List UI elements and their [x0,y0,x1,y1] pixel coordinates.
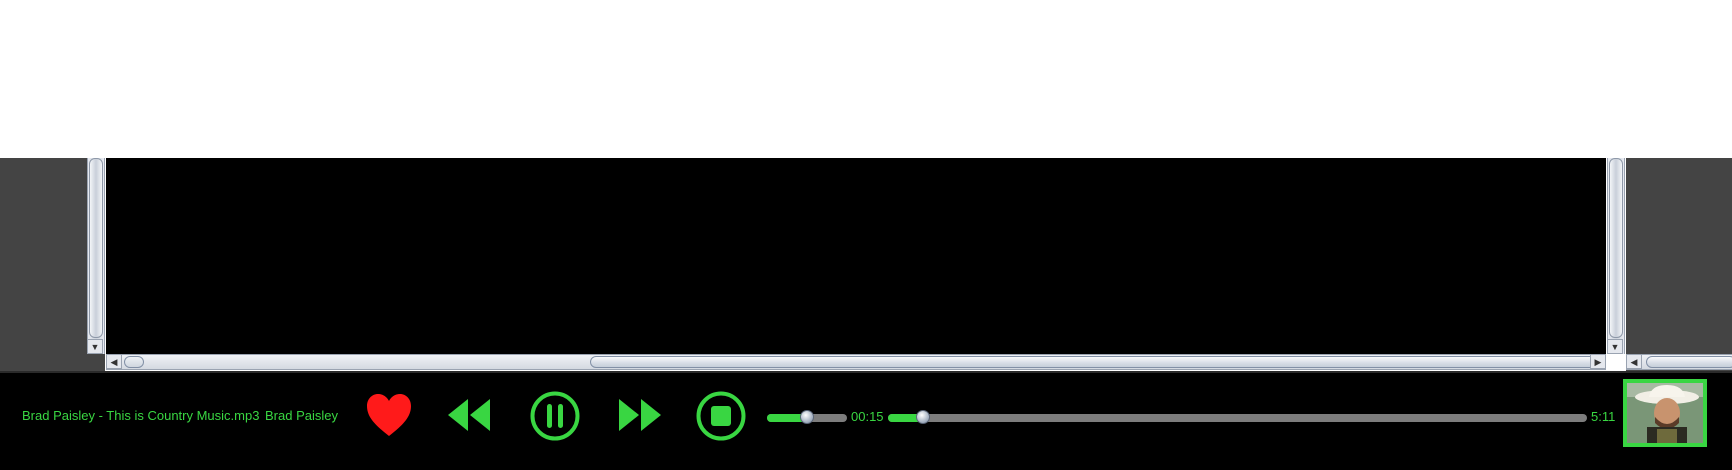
progress-slider[interactable] [888,410,1587,424]
scroll-down-arrow-left[interactable]: ▼ [87,339,103,354]
main-horizontal-scrollbar[interactable]: ◀ ▶ [106,354,1606,370]
left-vertical-scroll-thumb[interactable] [89,158,103,338]
volume-knob[interactable] [800,410,814,424]
progress-knob[interactable] [915,410,930,424]
right-side-panel [1626,158,1732,371]
main-horizontal-scroll-thumb-left-cap [124,356,144,368]
right-horizontal-scrollbar[interactable]: ◀ [1626,354,1732,370]
right-horizontal-scroll-thumb[interactable] [1646,356,1732,368]
track-duration: 5:11 [1591,409,1616,424]
scroll-left-arrow-main[interactable]: ◀ [106,354,122,369]
rewind-icon[interactable] [446,397,492,433]
pause-icon[interactable] [529,390,581,442]
main-horizontal-scroll-thumb[interactable] [590,356,1596,368]
player-bar: Brad Paisley - This is Country Music.mp3… [0,371,1732,470]
stop-icon[interactable] [695,390,747,442]
video-display-area [106,158,1606,354]
scroll-left-arrow-right[interactable]: ◀ [1626,354,1642,369]
track-filename: Brad Paisley - This is Country Music.mp3 [22,408,260,423]
volume-slider[interactable] [767,410,847,424]
left-vertical-scrollbar[interactable]: ▼ [87,158,105,354]
artist-name: Brad Paisley [265,408,338,423]
scroll-down-arrow-main[interactable]: ▼ [1607,339,1623,354]
album-art-portrait-icon [1627,383,1703,443]
heart-icon[interactable] [365,392,413,438]
top-blank-area [0,0,1732,158]
main-vertical-scroll-thumb[interactable] [1609,158,1623,338]
album-art[interactable] [1623,379,1707,447]
fast-forward-icon[interactable] [617,397,663,433]
main-vertical-scrollbar[interactable]: ▼ [1607,158,1625,354]
scroll-right-arrow-main[interactable]: ▶ [1590,354,1606,369]
album-art-image [1627,383,1703,443]
elapsed-time: 00:15 [851,409,884,424]
